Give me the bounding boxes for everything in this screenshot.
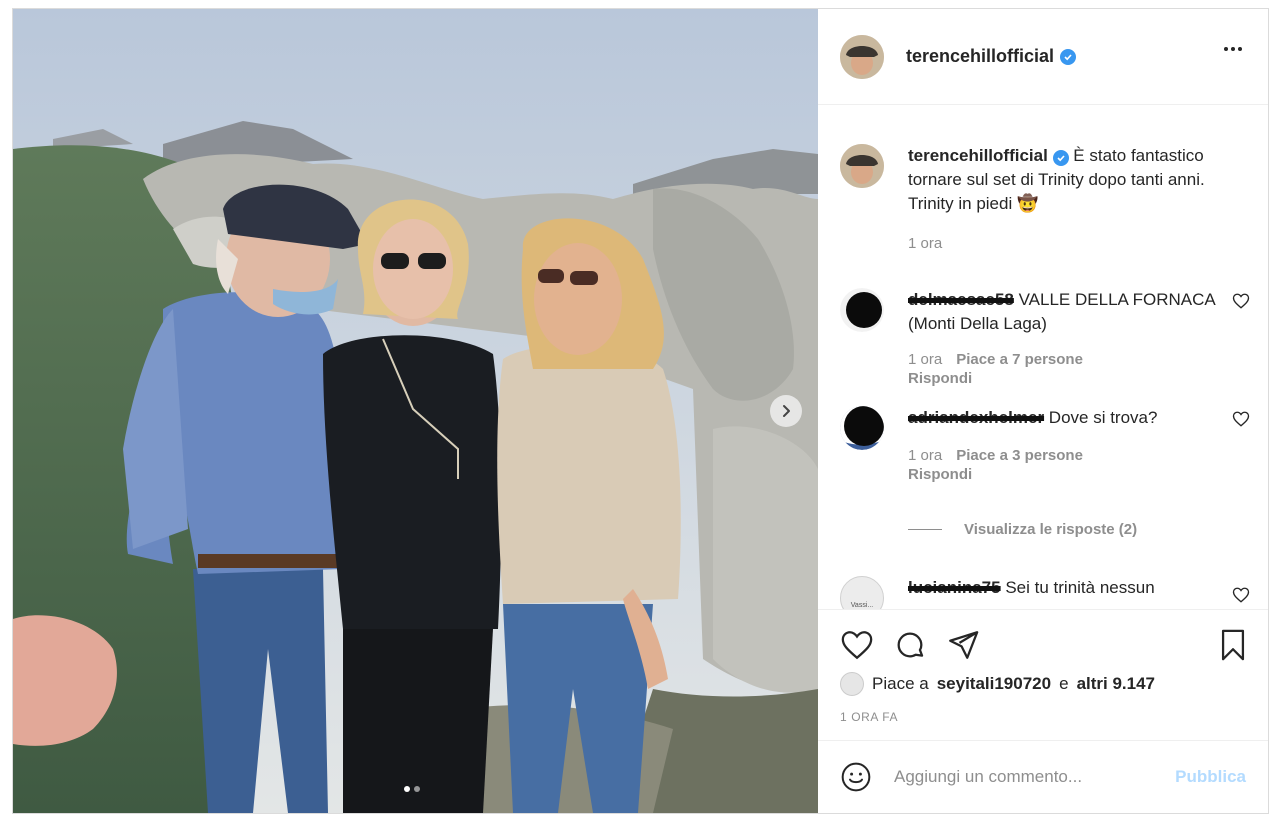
post-time[interactable]: 1 ORA FA — [840, 710, 898, 724]
likes-user[interactable]: seyitali190720 — [937, 674, 1051, 694]
comment-body: lucianina75 Sei tu trinità nessun — [908, 576, 1218, 600]
next-photo-button[interactable] — [770, 395, 802, 427]
comment-avatar-image — [840, 406, 884, 450]
comment-likes[interactable]: Piace a 7 persone — [956, 351, 1083, 368]
likes-summary[interactable]: Piace a seyitali190720 e altri 9.147 — [840, 672, 1155, 696]
comment-avatar-text: Vassi... — [850, 601, 874, 609]
caption-time[interactable]: 1 ora — [908, 234, 1238, 253]
photo-illustration — [13, 9, 818, 813]
likes-others[interactable]: altri 9.147 — [1077, 674, 1155, 694]
emoji-icon[interactable] — [840, 761, 872, 793]
caption-item: terencehillofficial È stato fantastico t… — [840, 144, 1250, 264]
add-comment-bar: Pubblica — [818, 740, 1268, 813]
heart-icon[interactable] — [840, 628, 874, 667]
comment-item: Vassi... lucianina75 Sei tu trinità ness… — [840, 576, 1250, 609]
post-side-panel: terencehillofficial terencehillofficial … — [818, 9, 1268, 813]
view-replies-line — [908, 529, 942, 530]
carousel-indicator — [404, 786, 420, 792]
reply-button[interactable]: Rispondi — [908, 369, 1218, 388]
comment-heart-icon[interactable] — [1232, 586, 1250, 609]
post-container: terencehillofficial terencehillofficial … — [12, 8, 1269, 814]
likes-middle: e — [1059, 674, 1069, 693]
liker-avatar[interactable] — [840, 672, 864, 696]
bookmark-icon[interactable] — [1216, 628, 1250, 667]
comment-heart-icon[interactable] — [1232, 292, 1250, 315]
post-header: terencehillofficial — [818, 9, 1268, 105]
comment-username[interactable]: lucianina75 — [908, 578, 1001, 597]
caption-body: terencehillofficial È stato fantastico t… — [908, 144, 1238, 253]
comment-meta: 1 ora Piace a 3 persone — [908, 446, 1218, 465]
publish-button[interactable]: Pubblica — [1175, 767, 1246, 787]
comment-time[interactable]: 1 ora — [908, 351, 942, 368]
comment-item: delmaesae58 VALLE DELLA FORNACA (Monti D… — [840, 288, 1250, 398]
post-actions: Piace a seyitali190720 e altri 9.147 1 O… — [818, 609, 1268, 740]
share-icon[interactable] — [946, 628, 980, 667]
caption-avatar[interactable] — [840, 144, 884, 188]
comment-username[interactable]: delmaesae58 — [908, 290, 1014, 309]
carousel-dot-active — [404, 786, 410, 792]
author-username-text[interactable]: terencehillofficial — [906, 46, 1054, 67]
comment-time[interactable]: 1 ora — [908, 447, 942, 464]
author-username[interactable]: terencehillofficial — [906, 46, 1077, 67]
post-photo[interactable] — [13, 9, 818, 813]
comment-text: Sei tu trinità nessun — [1005, 578, 1155, 597]
comment-avatar[interactable] — [840, 406, 884, 450]
reply-button[interactable]: Rispondi — [908, 465, 1218, 484]
comment-icon[interactable] — [893, 628, 927, 667]
view-replies-label[interactable]: Visualizza le risposte (2) — [964, 521, 1137, 538]
comment-heart-icon[interactable] — [1232, 410, 1250, 433]
caption-username[interactable]: terencehillofficial — [908, 146, 1048, 165]
comment-input[interactable] — [894, 767, 1164, 787]
author-avatar-image — [840, 34, 884, 79]
chevron-right-icon — [783, 405, 790, 417]
comments-list[interactable]: terencehillofficial È stato fantastico t… — [818, 106, 1268, 609]
more-options-icon[interactable] — [1224, 47, 1242, 51]
verified-badge-icon — [1052, 150, 1069, 166]
comment-likes[interactable]: Piace a 3 persone — [956, 447, 1083, 464]
likes-prefix: Piace a — [872, 674, 929, 693]
verified-badge-icon — [1060, 48, 1077, 65]
carousel-dot — [414, 786, 420, 792]
comment-meta: 1 ora Piace a 7 persone — [908, 350, 1218, 369]
comment-username[interactable]: adriandexhelmer — [908, 408, 1044, 427]
author-avatar[interactable] — [840, 34, 884, 79]
caption-avatar-image — [840, 144, 884, 188]
comment-body: adriandexhelmer Dove si trova? 1 ora Piac… — [908, 406, 1218, 484]
comment-avatar[interactable]: Vassi... — [840, 576, 884, 609]
view-replies-button[interactable]: Visualizza le risposte (2) — [908, 521, 1137, 538]
comment-avatar[interactable] — [840, 288, 884, 332]
comment-avatar-image — [840, 288, 884, 332]
comment-text: Dove si trova? — [1048, 408, 1158, 427]
comment-body: delmaesae58 VALLE DELLA FORNACA (Monti D… — [908, 288, 1218, 388]
comment-item: adriandexhelmer Dove si trova? 1 ora Piac… — [840, 406, 1250, 516]
